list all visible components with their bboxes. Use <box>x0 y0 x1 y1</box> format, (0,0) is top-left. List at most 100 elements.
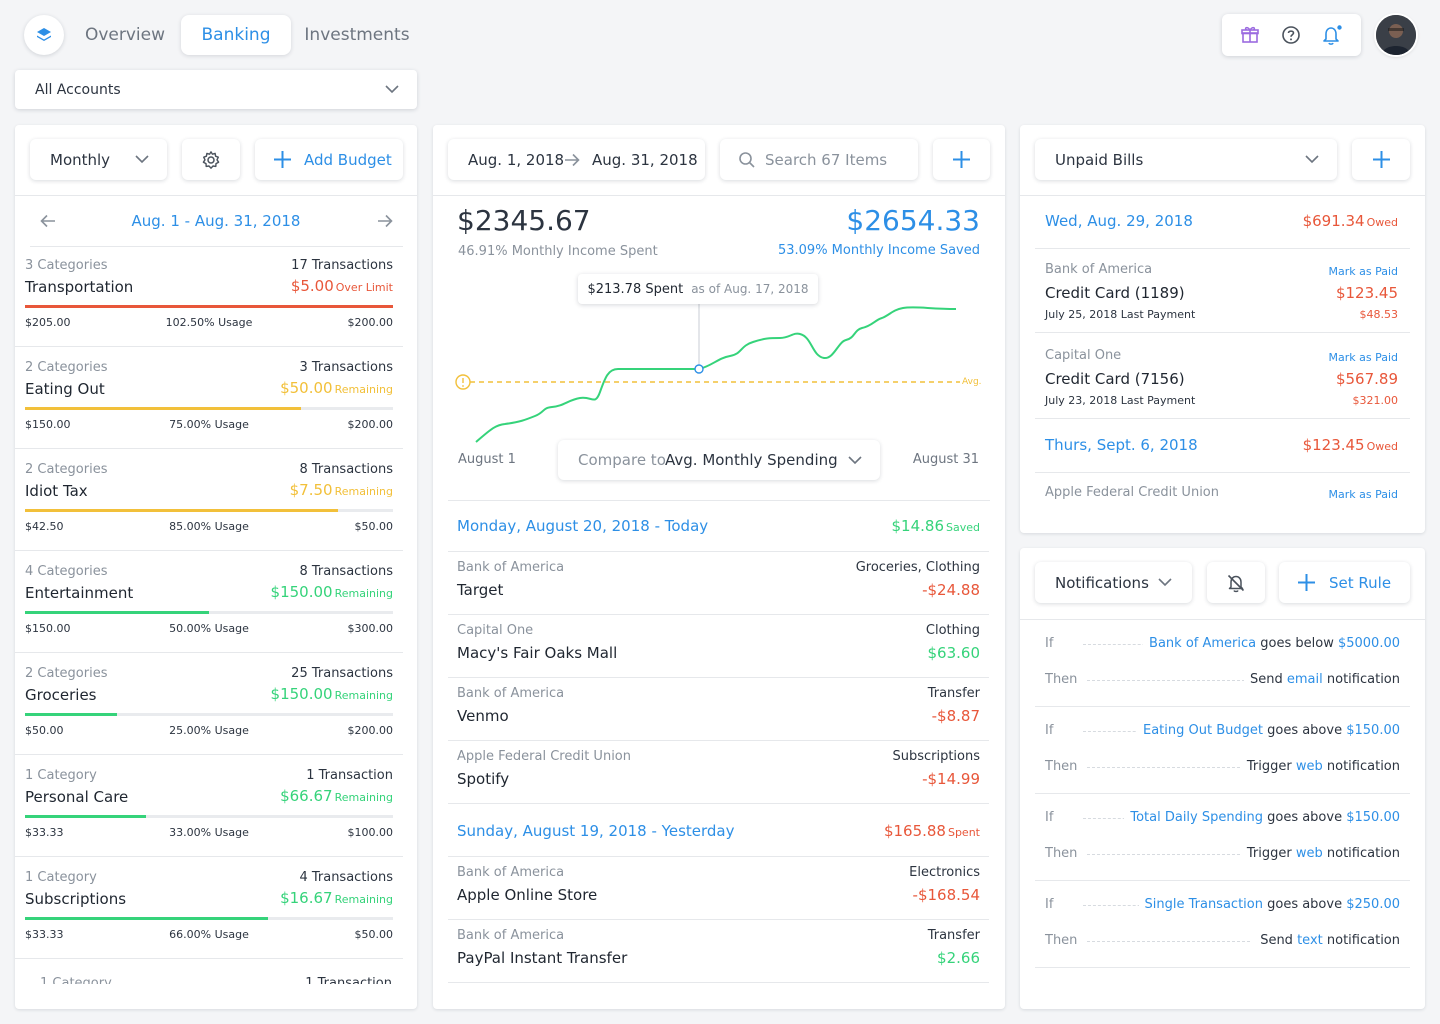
rule-threshold[interactable]: $150.00 <box>1346 723 1400 738</box>
tooltip-value: $213.78 Spent <box>587 281 684 297</box>
mute-notifications-button[interactable] <box>1207 562 1265 603</box>
set-rule-button[interactable]: Set Rule <box>1279 562 1410 603</box>
help-icon[interactable] <box>1281 25 1301 45</box>
budget-row[interactable]: 1 Category 1 Transaction Personal Care $66.… <box>15 760 403 862</box>
rule-channel[interactable]: text <box>1297 933 1323 948</box>
day-header: Sunday, August 19, 2018 - Yesterday $165.… <box>448 806 989 857</box>
transaction-row[interactable]: Apple Federal Credit Union Spotify Subscri… <box>448 741 989 804</box>
arrow-right-icon[interactable] <box>377 214 393 228</box>
add-transaction-button[interactable] <box>933 139 990 180</box>
transaction-row[interactable]: Bank of America Apple Online Store Electro… <box>448 857 989 920</box>
rule-then-label: Then <box>1045 846 1078 861</box>
plus-icon <box>1372 151 1390 168</box>
notification-rule[interactable]: If Total Daily Spending goes above $150.0… <box>1035 796 1410 882</box>
bills-filter-select[interactable]: Unpaid Bills <box>1035 139 1337 180</box>
budget-limit: $200.00 <box>347 724 394 737</box>
app-logo[interactable] <box>24 15 64 55</box>
budget-limit: $50.00 <box>354 928 394 941</box>
rule-connector <box>1087 941 1250 942</box>
gift-icon[interactable] <box>1240 25 1260 45</box>
chart-point[interactable] <box>694 364 704 374</box>
budget-usage: 25.00% Usage <box>169 724 249 737</box>
tab-banking[interactable]: Banking <box>181 15 291 55</box>
budget-name: Personal Care <box>25 788 129 806</box>
notification-rule[interactable]: If Single Transaction goes above $250.00 T… <box>1035 883 1410 969</box>
budget-name: Groceries <box>25 686 97 704</box>
rule-connector <box>1087 680 1250 681</box>
rule-threshold[interactable]: $150.00 <box>1346 810 1400 825</box>
rule-threshold[interactable]: $5000.00 <box>1338 636 1400 651</box>
transaction-row[interactable]: Capital One Macy's Fair Oaks Mall Clothing… <box>448 615 989 678</box>
budget-name: Transportation <box>25 278 134 296</box>
chevron-down-icon <box>848 456 862 465</box>
rule-subject[interactable]: Total Daily Spending <box>1130 810 1263 825</box>
bill-day-owed-group: $691.34 Owed <box>1303 212 1398 230</box>
budget-progress-track <box>25 611 393 614</box>
budget-settings-button[interactable] <box>182 139 240 180</box>
rule-verb: Trigger <box>1246 846 1292 861</box>
day-total-tag: Saved <box>946 521 980 534</box>
transaction-row[interactable]: Bank of America Target Groceries, Clothing… <box>448 552 989 615</box>
notification-rule[interactable]: If Eating Out Budget goes above $150.00 Th… <box>1035 709 1410 795</box>
budget-range: Aug. 1 - Aug. 31, 2018 <box>131 212 301 230</box>
budget-amount-group: $16.67 Remaining <box>280 889 393 907</box>
rule-channel[interactable]: email <box>1287 672 1323 687</box>
budget-amount-group: $5.00 Over Limit <box>291 277 393 295</box>
budget-row[interactable]: 4 Categories 8 Transactions Entertainment $… <box>15 556 403 658</box>
bill-day-owed-tag: Owed <box>1366 440 1398 453</box>
period-select[interactable]: Monthly <box>30 139 167 180</box>
budget-row[interactable]: 2 Categories 25 Transactions Groceries $150… <box>15 658 403 760</box>
tab-investments[interactable]: Investments <box>298 15 416 55</box>
arrow-left-icon[interactable] <box>40 214 56 228</box>
search-box[interactable]: Search 67 Items <box>720 139 918 180</box>
transaction-row[interactable]: Bank of America Venmo Transfer -$8.87 <box>448 678 989 741</box>
budget-row[interactable]: 3 Categories 17 Transactions Transportatio… <box>15 250 403 352</box>
mark-as-paid-link[interactable]: Mark as Paid <box>1328 488 1398 501</box>
mark-as-paid-link[interactable]: Mark as Paid <box>1328 351 1398 364</box>
rule-action: Send email notification <box>1244 672 1400 687</box>
rule-condition: Eating Out Budget goes above $150.00 <box>1136 723 1400 738</box>
rule-subject[interactable]: Single Transaction <box>1145 897 1263 912</box>
chevron-down-icon <box>385 85 399 94</box>
rule-channel[interactable]: web <box>1296 759 1323 774</box>
divider <box>15 652 403 653</box>
rule-action: Trigger web notification <box>1240 759 1400 774</box>
bill-day-owed: $691.34 <box>1302 212 1365 230</box>
divider <box>1020 619 1425 620</box>
divider <box>1035 967 1410 968</box>
add-budget-button[interactable]: Add Budget <box>255 139 403 180</box>
bill-amount: $123.45 <box>1335 284 1398 302</box>
transaction-row[interactable]: Bank of America PayPal Instant Transfer Tr… <box>448 920 989 983</box>
add-bill-button[interactable] <box>1352 139 1410 180</box>
bell-icon[interactable] <box>1321 24 1343 46</box>
search-input[interactable]: Search 67 Items <box>765 151 887 169</box>
period-select-value: Monthly <box>50 150 111 169</box>
budget-amount: $50.00 <box>280 379 333 397</box>
budget-amount-group: $50.00 Remaining <box>280 379 393 397</box>
transaction-bank: Bank of America <box>457 560 565 575</box>
rule-if-label: If <box>1045 723 1054 738</box>
notification-rule[interactable]: If Bank of America goes below $5000.00 The… <box>1035 622 1410 708</box>
bill-day-header: Thurs, Sept. 6, 2018 $123.45 Owed <box>1035 422 1410 474</box>
rule-threshold[interactable]: $250.00 <box>1346 897 1400 912</box>
tab-overview[interactable]: Overview <box>76 15 174 55</box>
notifications-filter-select[interactable]: Notifications <box>1035 562 1192 603</box>
bill-name: Credit Card (1189) <box>1045 284 1185 302</box>
rule-then-label: Then <box>1045 933 1078 948</box>
budget-row[interactable]: 2 Categories 8 Transactions Idiot Tax $7.50… <box>15 454 403 556</box>
divider <box>1035 793 1410 794</box>
transaction-amount: $63.60 <box>927 644 981 662</box>
divider <box>1035 248 1410 249</box>
account-select[interactable]: All Accounts <box>15 70 417 109</box>
date-end: Aug. 31, 2018 <box>592 150 698 169</box>
mark-as-paid-link[interactable]: Mark as Paid <box>1328 265 1398 278</box>
date-range-picker[interactable]: Aug. 1, 2018 Aug. 31, 2018 <box>448 139 705 180</box>
avatar[interactable] <box>1376 15 1416 55</box>
rule-subject[interactable]: Eating Out Budget <box>1143 723 1263 738</box>
budget-usage: 102.50% Usage <box>165 316 253 329</box>
rule-channel[interactable]: web <box>1296 846 1323 861</box>
rule-subject[interactable]: Bank of America <box>1149 636 1256 651</box>
compare-select[interactable]: Compare to Avg. Monthly Spending <box>558 440 880 480</box>
budget-row[interactable]: 2 Categories 3 Transactions Eating Out $50.… <box>15 352 403 454</box>
budget-row[interactable]: 1 Category 4 Transactions Subscriptions $16… <box>15 862 403 964</box>
